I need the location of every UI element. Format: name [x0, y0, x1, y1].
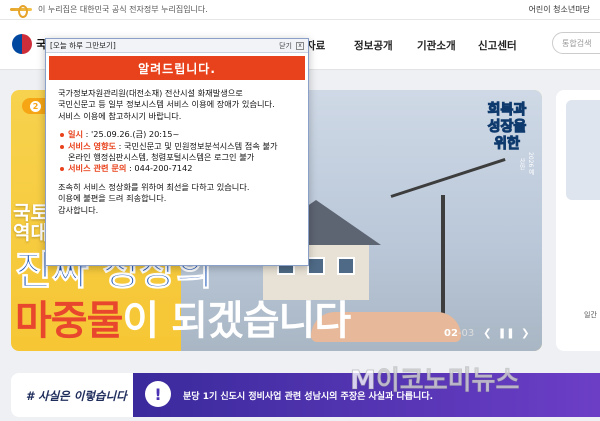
- popup-title: 알려드립니다.: [49, 56, 305, 80]
- kids-link[interactable]: 어린이 청소년마당: [529, 4, 590, 15]
- popup-body: 국가정보자원관리원(대전소재) 전산시설 화재발생으로 국민신문고 등 일부 정…: [46, 80, 308, 216]
- fact-check-title: # 사실은 이렇습니다: [26, 389, 127, 403]
- gov-banner-text: 이 누리집은 대한민국 공식 전자정부 누리집입니다.: [38, 5, 208, 14]
- popup-detail-list: 일시 : '25.09.26.(금) 20:15~ 서비스 영향도 : 국민신문…: [58, 129, 298, 175]
- slide-controls: 02-03 ❮ ❚❚ ❯: [444, 322, 536, 344]
- popup-intro: 국가정보자원관리원(대전소재) 전산시설 화재발생으로 국민신문고 등 일부 정…: [58, 88, 298, 122]
- popup-detail-contact: 서비스 관련 문의 : 044-200-7142: [58, 163, 298, 174]
- detail-key: 서비스 영향도: [68, 140, 117, 151]
- taegeuk-emblem-icon[interactable]: [12, 34, 32, 54]
- popup-outro-line-3: 감사합니다.: [58, 204, 99, 215]
- slide-counter: 02-03: [444, 328, 474, 339]
- exclamation-icon: !: [145, 381, 171, 407]
- hero-headline-4-rest: 이 되겠습니다: [122, 298, 351, 344]
- detail-key: 서비스 관련 문의: [68, 163, 127, 174]
- popup-outro-line-2: 이용에 불편을 드려 죄송합니다.: [58, 193, 167, 204]
- nav-item-about[interactable]: 기관소개: [417, 38, 456, 53]
- gov-logo-icon: [10, 5, 32, 18]
- dont-show-today-link[interactable]: [오늘 하루 그만보기]: [50, 40, 116, 51]
- detail-key: 일시: [68, 129, 84, 140]
- chevron-left-icon[interactable]: ❮: [481, 327, 493, 339]
- stamp-year: 2026 예산안: [518, 152, 534, 176]
- popup-intro-line-2: 국민신문고 등 일부 정보시스템 서비스 이용에 장애가 있습니다.: [58, 99, 275, 110]
- hero-headline-4: 마중물이 되겠습니다: [15, 288, 351, 346]
- publisher-watermark: M이코노미뉴스: [349, 366, 520, 397]
- chevron-right-icon[interactable]: ❯: [519, 327, 531, 339]
- popup-outro-line-1: 조속히 서비스 정상화를 위하여 최선을 다하고 있습니다.: [58, 181, 250, 192]
- side-panel-label: 일간: [584, 311, 597, 319]
- gov-banner: 이 누리집은 대한민국 공식 전자정부 누리집입니다. 어린이 청소년마당: [0, 0, 600, 20]
- nav-item-report-center[interactable]: 신고센터: [478, 38, 517, 53]
- pause-icon[interactable]: ❚❚: [498, 327, 515, 339]
- detail-value: : '25.09.26.(금) 20:15~: [83, 129, 180, 140]
- detail-value-continued: 온라인 행정심판시스템, 청렴포털시스템은 로그인 불가: [68, 152, 255, 163]
- popup-detail-impact: 서비스 영향도 : 국민신문고 및 민원정보분석시스템 접속 불가: [58, 141, 298, 152]
- popup-detail-datetime: 일시 : '25.09.26.(금) 20:15~: [58, 129, 298, 140]
- hero-badge-number: 2: [30, 100, 41, 112]
- popup-close-label: 닫기: [279, 41, 292, 50]
- slide-current: 02: [444, 327, 458, 339]
- close-icon[interactable]: x: [296, 41, 304, 50]
- notice-popup: [오늘 하루 그만보기] 닫기 x 알려드립니다. 국가정보자원관리원(대전소재…: [45, 38, 309, 266]
- popup-intro-line-1: 국가정보자원관리원(대전소재) 전산시설 화재발생으로: [58, 88, 243, 98]
- popup-intro-line-3: 서비스 이용에 참고하시기 바랍니다.: [58, 110, 182, 121]
- popup-titlebar: [오늘 하루 그만보기] 닫기 x: [46, 39, 308, 53]
- stamp-line-2: 성장을: [487, 119, 527, 136]
- detail-value: : 국민신문고 및 민원정보분석시스템 접속 불가: [116, 140, 278, 151]
- side-panel: 일간: [556, 90, 600, 351]
- popup-close-button[interactable]: 닫기 x: [279, 41, 304, 51]
- search-input[interactable]: 통합검색: [552, 32, 600, 54]
- detail-value: : 044-200-7142: [126, 163, 193, 174]
- nav-item-info-disclosure[interactable]: 정보공개: [354, 38, 393, 53]
- hero-headline-4-accent: 마중물: [15, 298, 123, 344]
- side-panel-card[interactable]: [566, 100, 600, 200]
- stamp-line-1: 회복과: [487, 102, 527, 119]
- budget-stamp: 회복과 성장을 위한 2026 예산안: [481, 102, 534, 178]
- slide-total: -03: [457, 327, 475, 339]
- popup-outro: 조속히 서비스 정상화를 위하여 최선을 다하고 있습니다. 이용에 불편을 드…: [58, 182, 298, 216]
